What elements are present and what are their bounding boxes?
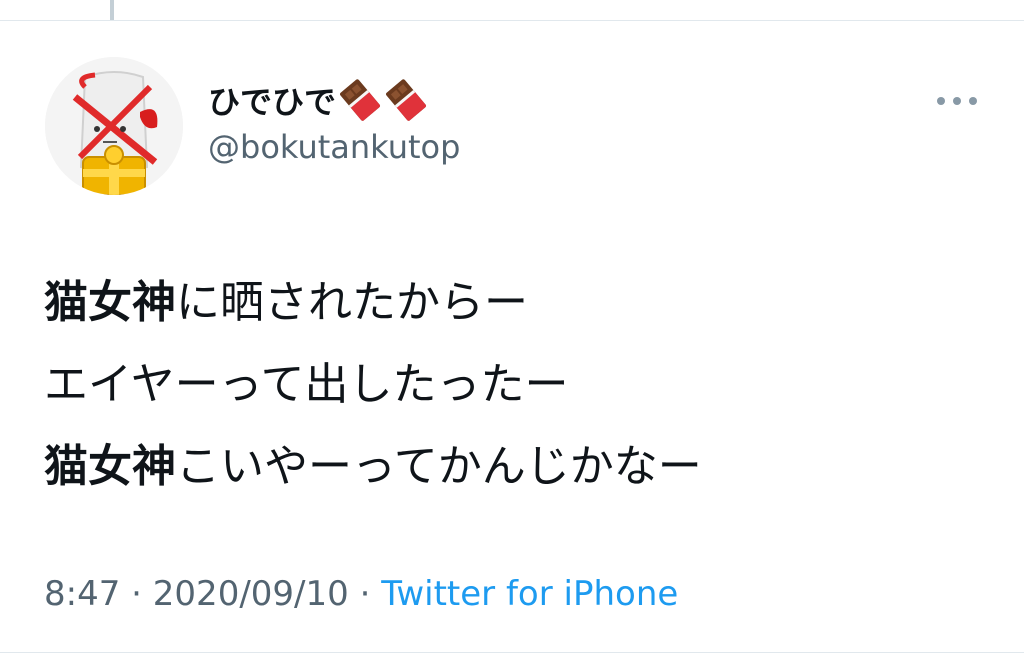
display-name-text: ひでひで [208, 83, 337, 121]
more-options-icon[interactable] [935, 90, 979, 112]
tweet-text: 猫女神に晒されたからー エイヤーって出したったー 猫女神こいやーってかんじかなー [44, 262, 1004, 508]
thread-connector-line [110, 0, 114, 20]
tweet-time[interactable]: 8:47 [44, 574, 120, 614]
bottom-divider [0, 652, 1024, 653]
tweet-metadata: 8:47 · 2020/09/10 · Twitter for iPhone [44, 574, 678, 614]
avatar[interactable] [45, 57, 183, 195]
chocolate-bar-icon [338, 78, 382, 122]
tweet-source-link[interactable]: Twitter for iPhone [381, 574, 678, 614]
chocolate-bar-icon [384, 78, 428, 122]
line-text: エイヤーって出したったー [44, 359, 569, 410]
tweet-line: 猫女神に晒されたからー [44, 262, 1004, 344]
meta-separator: · [359, 574, 371, 614]
tweet-detail-view: ひでひで @bokutankutop 猫女神に晒されたからー エイヤーって出した… [0, 0, 1024, 656]
bold-keyword: 猫女神 [44, 441, 176, 492]
top-divider [0, 20, 1024, 21]
tweet-line: エイヤーって出したったー [44, 344, 1004, 426]
user-handle[interactable]: @bokutankutop [208, 128, 460, 166]
meta-separator: · [131, 574, 142, 614]
tweet-date[interactable]: 2020/09/10 [153, 574, 349, 614]
tweet-line: 猫女神こいやーってかんじかなー [44, 426, 1004, 508]
bold-keyword: 猫女神 [44, 277, 176, 328]
display-name[interactable]: ひでひで [208, 78, 428, 122]
line-text: に晒されたからー [176, 277, 528, 328]
line-text: こいやーってかんじかなー [176, 441, 702, 492]
